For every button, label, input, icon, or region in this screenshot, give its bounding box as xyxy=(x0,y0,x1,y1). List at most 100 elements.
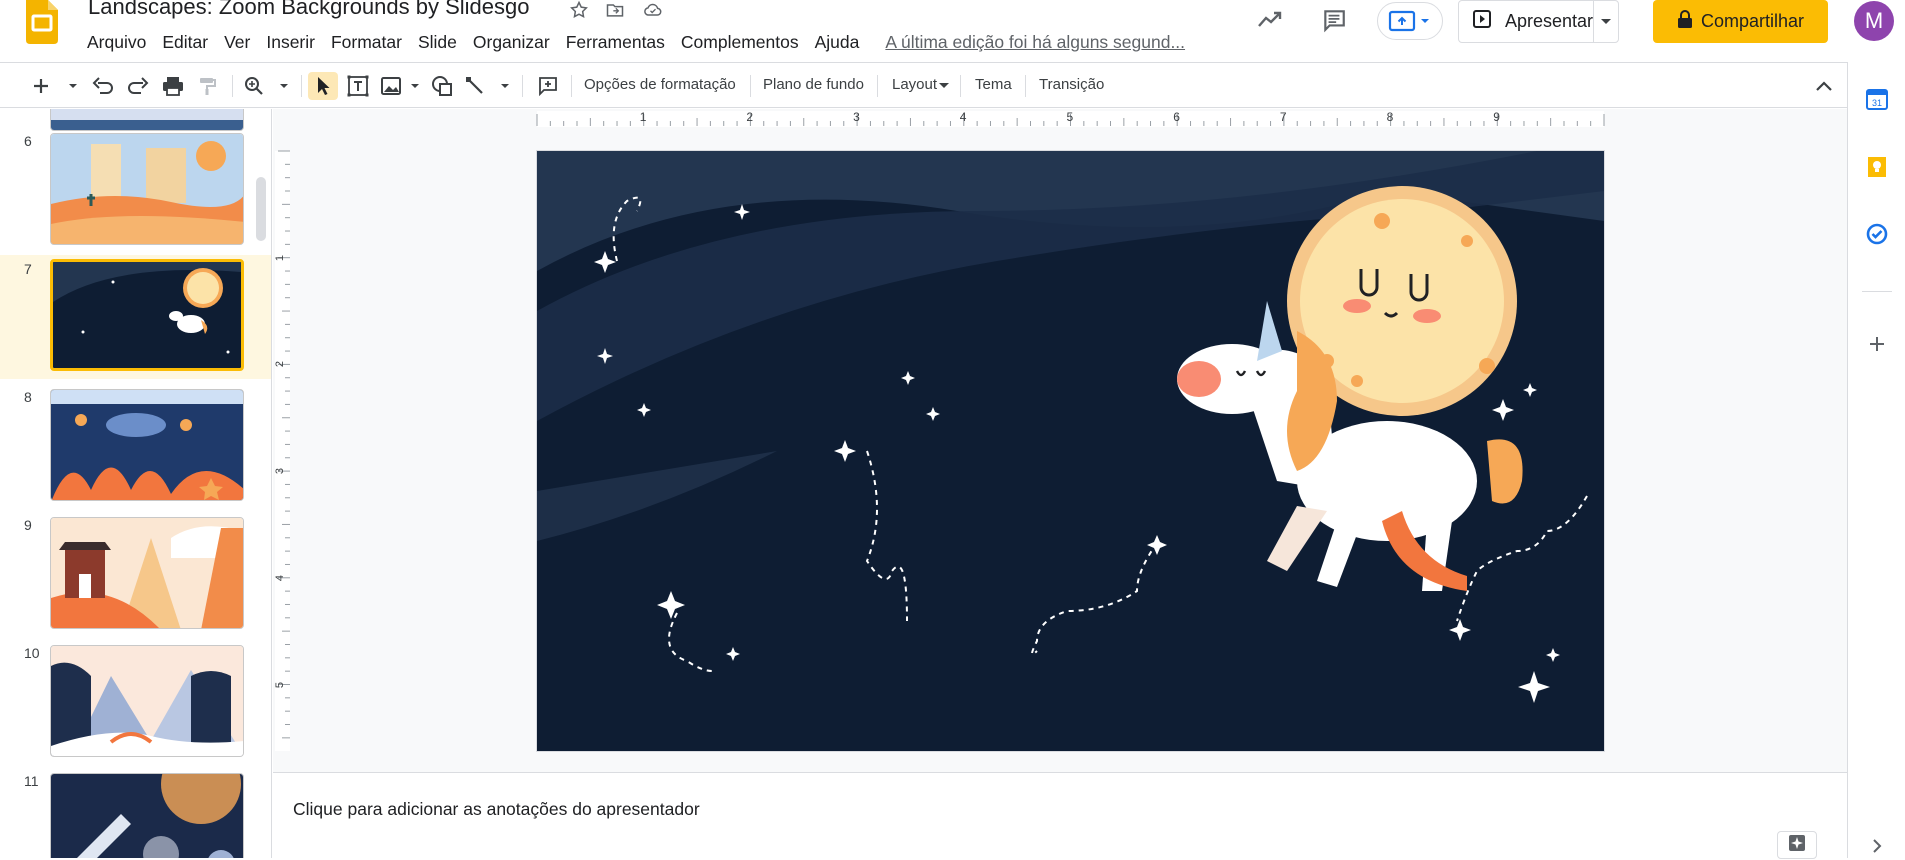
ruler-label: 9 xyxy=(1493,110,1500,124)
ruler-label: 7 xyxy=(1279,110,1287,124)
present-icon xyxy=(1473,10,1491,33)
expand-side-panel-icon[interactable] xyxy=(1863,832,1891,860)
menu-editar[interactable]: Editar xyxy=(154,32,216,53)
present-button[interactable]: Apresentar xyxy=(1459,1,1593,42)
present-dropdown-button[interactable] xyxy=(1593,1,1618,42)
comments-icon[interactable] xyxy=(1316,2,1352,38)
toolbar-divider xyxy=(750,75,751,97)
speaker-notes-placeholder[interactable]: Clique para adicionar as anotações do ap… xyxy=(293,799,700,820)
ruler-label: 4 xyxy=(959,110,967,124)
ruler-label: 6 xyxy=(1173,110,1180,124)
menu-inserir[interactable]: Inserir xyxy=(258,32,323,53)
menu-organizar[interactable]: Organizar xyxy=(465,32,558,53)
ruler-label: 4 xyxy=(274,574,287,581)
speaker-notes[interactable]: Clique para adicionar as anotações do ap… xyxy=(273,772,1847,859)
ruler-label: 1 xyxy=(639,110,647,124)
vertical-ruler[interactable] xyxy=(273,128,292,772)
ruler-label: 8 xyxy=(1386,110,1394,124)
slide-number: 8 xyxy=(24,389,32,405)
star-icon[interactable] xyxy=(567,0,591,22)
theme-button[interactable]: Tema xyxy=(975,76,1012,93)
menu-formatar[interactable]: Formatar xyxy=(323,32,410,53)
toolbar-divider xyxy=(571,75,572,97)
ruler-label: 2 xyxy=(274,361,287,368)
toolbar: Opções de formatação Plano de fundo Layo… xyxy=(0,62,1847,108)
menu-ajuda[interactable]: Ajuda xyxy=(807,32,868,53)
filmstrip[interactable]: 6 7 8 9 10 11 xyxy=(0,109,272,858)
slide-thumbnail-8[interactable] xyxy=(50,389,244,501)
background-button[interactable]: Plano de fundo xyxy=(763,76,864,93)
menu-ferramentas[interactable]: Ferramentas xyxy=(558,32,673,53)
slide-canvas[interactable] xyxy=(537,151,1604,751)
ruler-label: 1 xyxy=(274,254,287,261)
slide-thumbnail-11[interactable] xyxy=(50,773,244,858)
text-box-icon[interactable] xyxy=(344,72,372,100)
slide-thumbnail-5[interactable] xyxy=(50,109,244,131)
cloud-saved-icon[interactable] xyxy=(641,0,665,22)
slide-editor[interactable]: 1 2 3 4 5 6 7 8 9 1 2 3 4 5 xyxy=(273,109,1847,772)
svg-text:31: 31 xyxy=(1872,98,1882,108)
slide-illustration xyxy=(537,151,1604,751)
slide-thumbnail-7[interactable] xyxy=(50,259,244,371)
move-folder-icon[interactable] xyxy=(603,0,627,22)
select-cursor-icon[interactable] xyxy=(308,72,338,100)
zoom-button[interactable] xyxy=(242,72,292,100)
layout-button[interactable]: Layout xyxy=(892,76,937,93)
lock-icon xyxy=(1677,10,1693,33)
present-label: Apresentar xyxy=(1505,11,1594,31)
menu-slide[interactable]: Slide xyxy=(410,32,465,53)
last-edit-link[interactable]: A última edição foi há alguns segund... xyxy=(885,32,1185,53)
ruler-label: 3 xyxy=(274,468,287,475)
toolbar-divider xyxy=(522,75,523,97)
toolbar-divider xyxy=(960,75,961,97)
menu-bar: Arquivo Editar Ver Inserir Formatar Slid… xyxy=(79,30,1185,54)
horizontal-ruler[interactable] xyxy=(273,109,1847,128)
toolbar-divider xyxy=(301,75,302,97)
slide-number: 11 xyxy=(24,773,39,789)
share-button[interactable]: Compartilhar xyxy=(1653,0,1828,43)
menu-arquivo[interactable]: Arquivo xyxy=(79,32,154,53)
ruler-label: 2 xyxy=(746,110,754,124)
format-options-button[interactable]: Opções de formatação xyxy=(584,76,736,93)
collapse-toolbar-icon[interactable] xyxy=(1810,72,1838,100)
keep-icon[interactable] xyxy=(1863,153,1891,181)
side-panel: 31 xyxy=(1847,62,1905,858)
header: Landscapes: Zoom Backgrounds by Slidesgo… xyxy=(0,0,1905,61)
slide-thumbnail-9[interactable] xyxy=(50,517,244,629)
side-panel-divider xyxy=(1862,291,1892,292)
new-slide-button[interactable] xyxy=(28,72,80,100)
transition-button[interactable]: Transição xyxy=(1039,76,1104,93)
explore-button[interactable] xyxy=(1777,831,1817,859)
menu-complementos[interactable]: Complementos xyxy=(673,32,807,53)
print-icon[interactable] xyxy=(159,72,187,100)
slide-thumbnail-6[interactable] xyxy=(50,133,244,245)
layout-caret-icon xyxy=(938,72,950,100)
add-addon-icon[interactable] xyxy=(1863,330,1891,358)
line-tool-button[interactable] xyxy=(464,72,512,100)
slide-thumbnail-10[interactable] xyxy=(50,645,244,757)
slide-number: 7 xyxy=(24,261,32,277)
meet-present-button[interactable] xyxy=(1377,2,1443,40)
shape-icon[interactable] xyxy=(428,72,456,100)
ruler-label: 3 xyxy=(853,110,860,124)
activity-dashboard-icon[interactable] xyxy=(1252,2,1288,38)
calendar-icon[interactable]: 31 xyxy=(1863,85,1891,113)
share-label: Compartilhar xyxy=(1700,11,1805,31)
redo-icon[interactable] xyxy=(124,72,152,100)
slide-number: 6 xyxy=(24,133,32,149)
undo-icon[interactable] xyxy=(89,72,117,100)
avatar[interactable]: M xyxy=(1854,1,1894,41)
paint-format-icon[interactable] xyxy=(194,72,222,100)
toolbar-divider xyxy=(877,75,878,97)
ruler-label: 5 xyxy=(1066,110,1074,124)
slide-number: 9 xyxy=(24,517,32,533)
document-title[interactable]: Landscapes: Zoom Backgrounds by Slidesgo xyxy=(88,0,529,20)
tasks-icon[interactable] xyxy=(1863,220,1891,248)
insert-image-button[interactable] xyxy=(380,72,422,100)
ruler-label: 5 xyxy=(274,681,287,688)
add-comment-icon[interactable] xyxy=(534,72,562,100)
menu-ver[interactable]: Ver xyxy=(216,32,258,53)
slide-number: 10 xyxy=(24,645,40,661)
filmstrip-scrollbar[interactable] xyxy=(256,177,266,241)
slides-logo-icon[interactable] xyxy=(26,0,58,44)
